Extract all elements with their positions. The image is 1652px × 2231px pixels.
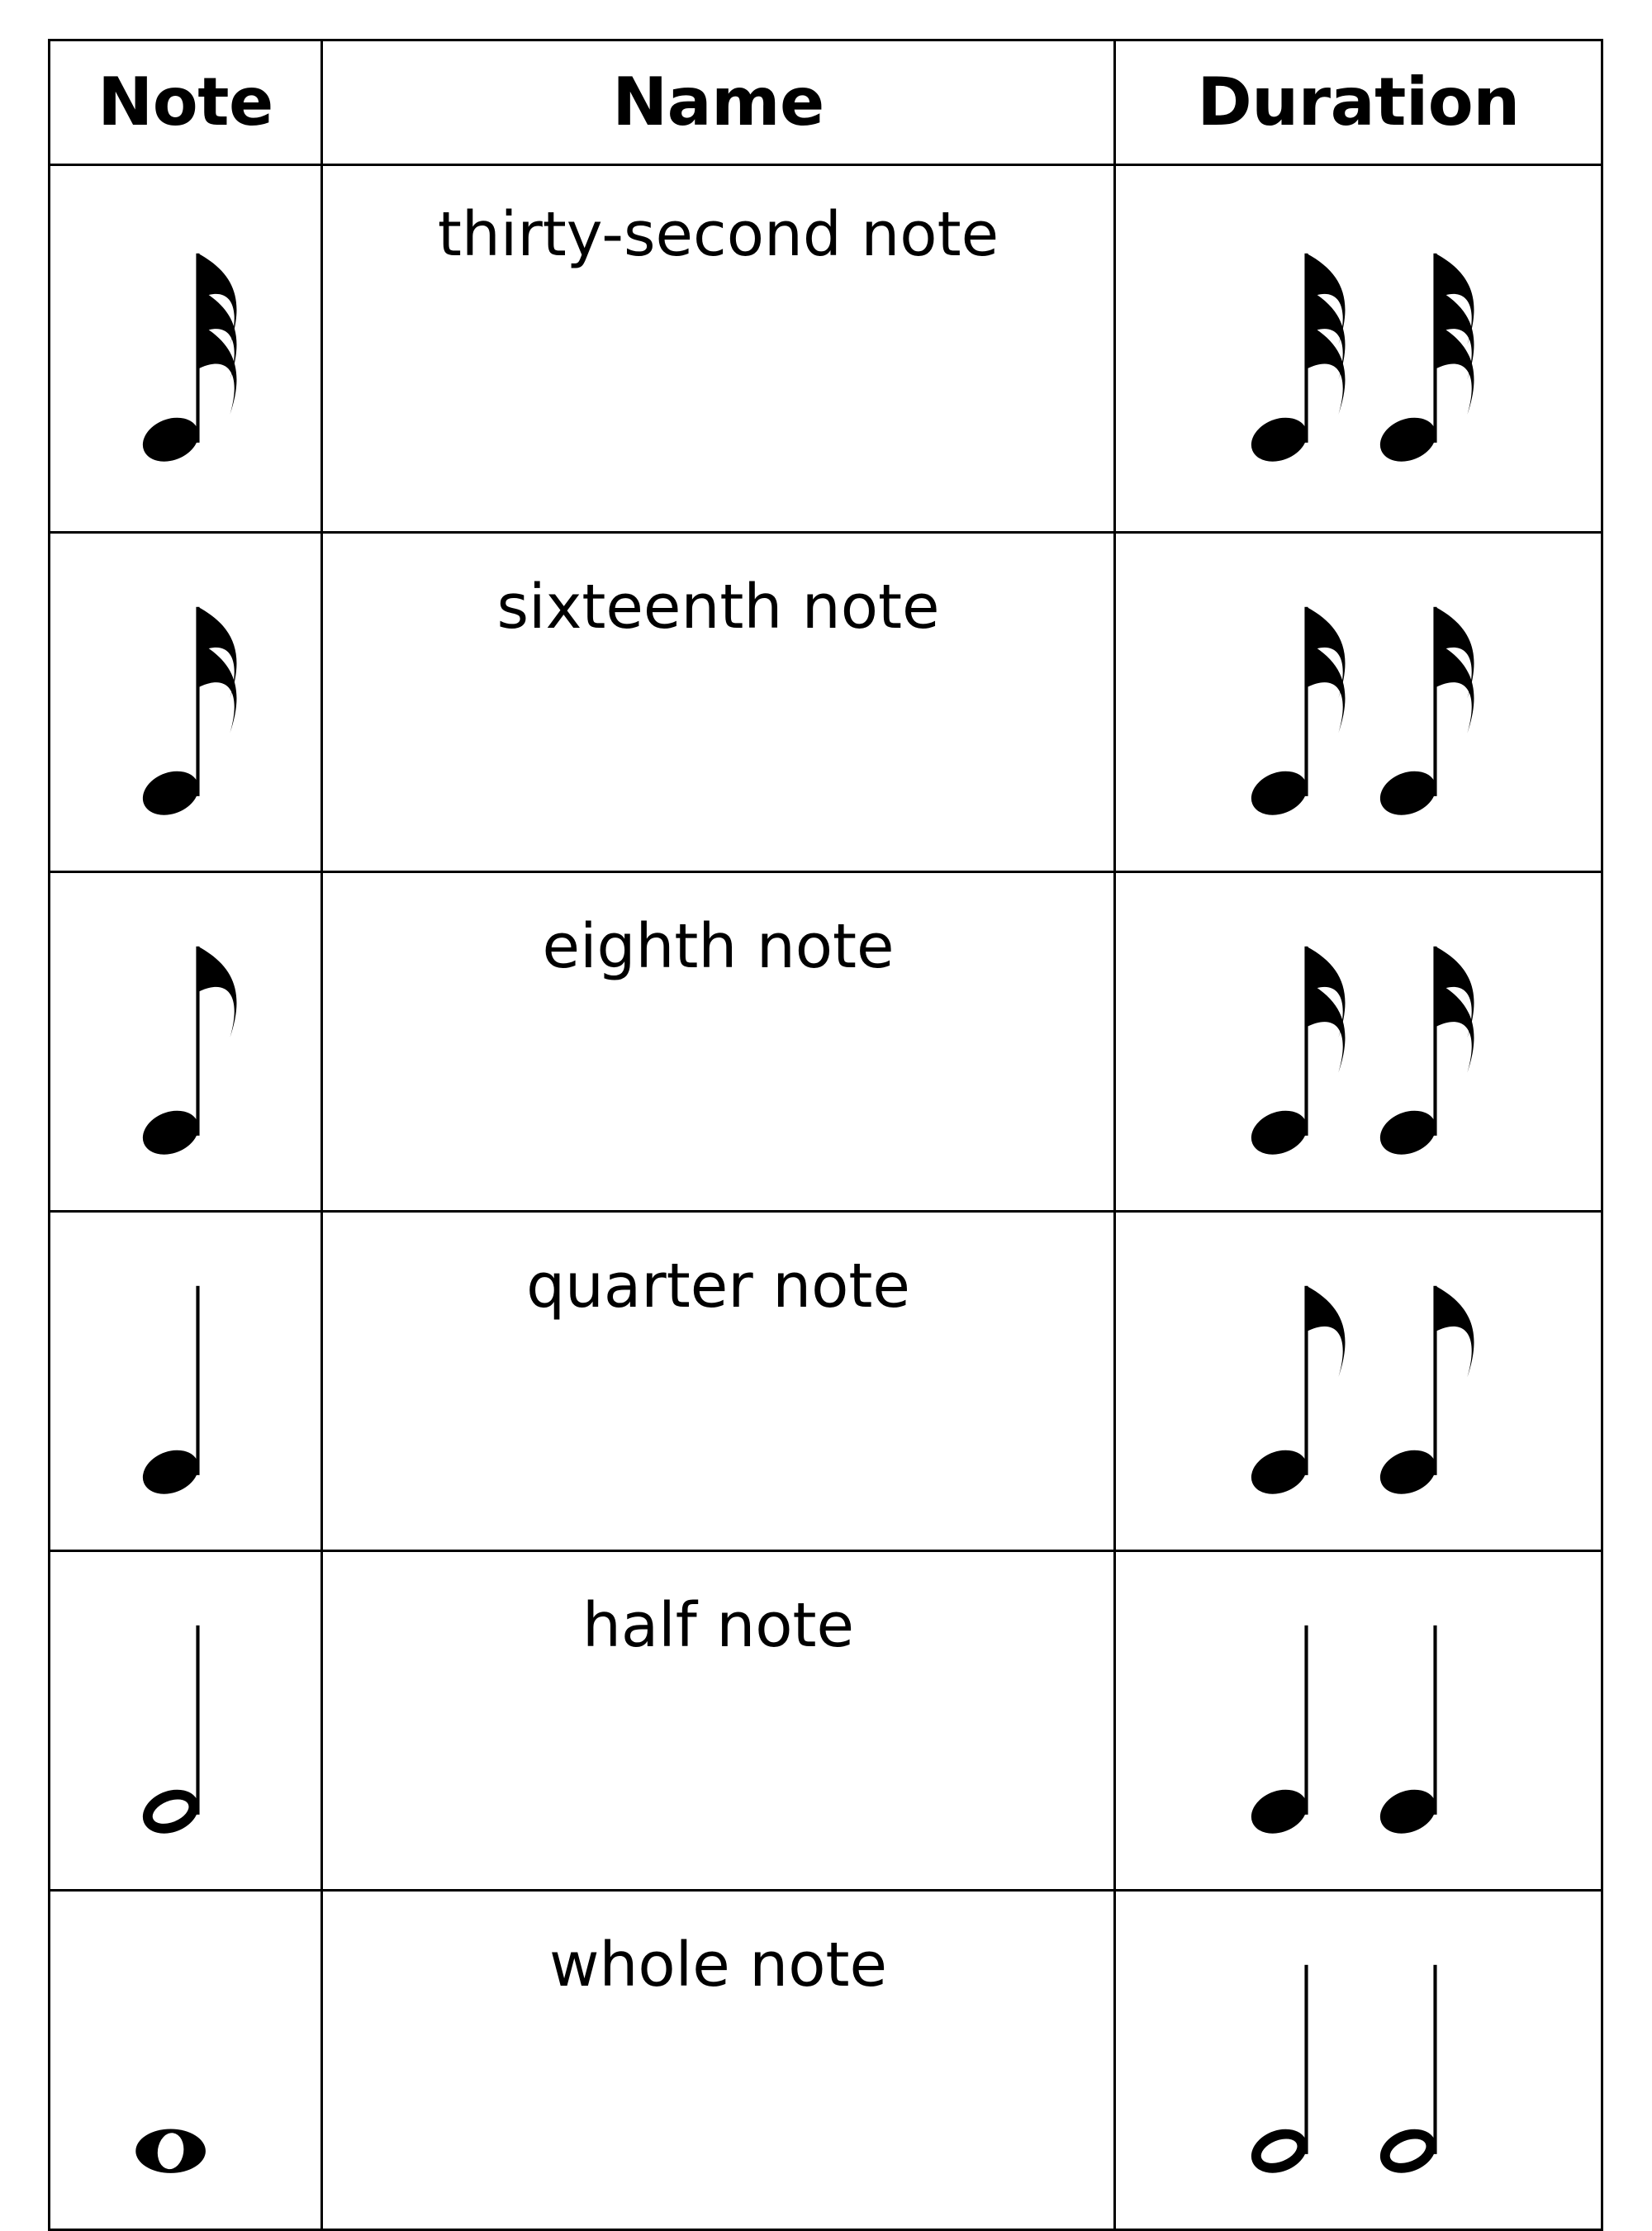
note-symbol-cell bbox=[48, 531, 323, 873]
note-name-cell: sixteenth note bbox=[320, 531, 1116, 873]
note-symbol-cell bbox=[48, 871, 323, 1213]
note-glyph bbox=[1251, 254, 1345, 462]
table-row: quarter note bbox=[48, 1210, 1603, 1552]
two-half-notes bbox=[1116, 1892, 1601, 2229]
two-sixteenth-notes bbox=[1116, 873, 1601, 1210]
note-glyph bbox=[1251, 1965, 1308, 2173]
eighth-note bbox=[50, 873, 320, 1210]
thirty-second-note bbox=[50, 166, 320, 531]
duration-symbol-cell bbox=[1113, 531, 1603, 873]
two-quarter-notes bbox=[1116, 1552, 1601, 1889]
header-row: Note Name Duration bbox=[48, 39, 1603, 166]
note-symbol-cell bbox=[48, 1889, 323, 2231]
note-name-cell: whole note bbox=[320, 1889, 1116, 2231]
note-glyph bbox=[1379, 1965, 1437, 2173]
note-duration-chart: Note Name Duration thirty-second note six… bbox=[0, 0, 1652, 2231]
note-glyph bbox=[1251, 947, 1345, 1155]
table-row: whole note bbox=[48, 1889, 1603, 2231]
note-glyph bbox=[142, 1626, 200, 1834]
duration-symbol-cell bbox=[1113, 1889, 1603, 2231]
table-body: thirty-second note sixteenth note eighth n… bbox=[48, 164, 1603, 2231]
duration-symbol-cell bbox=[1113, 164, 1603, 534]
sixteenth-note bbox=[50, 534, 320, 871]
duration-symbol-cell bbox=[1113, 1550, 1603, 1892]
column-header-duration: Duration bbox=[1113, 39, 1603, 166]
table-row: thirty-second note bbox=[48, 164, 1603, 534]
note-glyph bbox=[142, 1286, 200, 1494]
note-glyph bbox=[1379, 1626, 1437, 1834]
two-thirty-second-notes bbox=[1116, 534, 1601, 871]
note-glyph bbox=[1251, 1626, 1308, 1834]
table-row: eighth note bbox=[48, 871, 1603, 1213]
note-glyph bbox=[142, 607, 236, 815]
note-name-cell: thirty-second note bbox=[320, 164, 1116, 534]
note-glyph bbox=[1379, 947, 1474, 1155]
column-header-note: Note bbox=[48, 39, 323, 166]
note-name-cell: quarter note bbox=[320, 1210, 1116, 1552]
duration-symbol-cell bbox=[1113, 871, 1603, 1213]
table-row: half note bbox=[48, 1550, 1603, 1892]
note-glyph bbox=[1379, 254, 1474, 462]
two-eighth-notes bbox=[1116, 1213, 1601, 1550]
note-value-table: Note Name Duration thirty-second note six… bbox=[48, 39, 1603, 2231]
quarter-note bbox=[50, 1213, 320, 1550]
note-name-cell: half note bbox=[320, 1550, 1116, 1892]
whole-note bbox=[50, 1892, 320, 2229]
note-glyph bbox=[142, 254, 236, 462]
two-sixty-fourth-notes bbox=[1116, 166, 1601, 531]
note-glyph bbox=[142, 947, 236, 1155]
note-name-cell: eighth note bbox=[320, 871, 1116, 1213]
half-note bbox=[50, 1552, 320, 1889]
table-row: sixteenth note bbox=[48, 531, 1603, 873]
duration-symbol-cell bbox=[1113, 1210, 1603, 1552]
note-glyph bbox=[135, 2129, 206, 2174]
note-glyph bbox=[1251, 607, 1345, 815]
note-symbol-cell bbox=[48, 1550, 323, 1892]
note-glyph bbox=[1379, 1286, 1474, 1494]
note-symbol-cell bbox=[48, 1210, 323, 1552]
note-glyph bbox=[1251, 1286, 1345, 1494]
column-header-name: Name bbox=[320, 39, 1116, 166]
table-header: Note Name Duration bbox=[48, 39, 1603, 166]
note-symbol-cell bbox=[48, 164, 323, 534]
note-glyph bbox=[1379, 607, 1474, 815]
